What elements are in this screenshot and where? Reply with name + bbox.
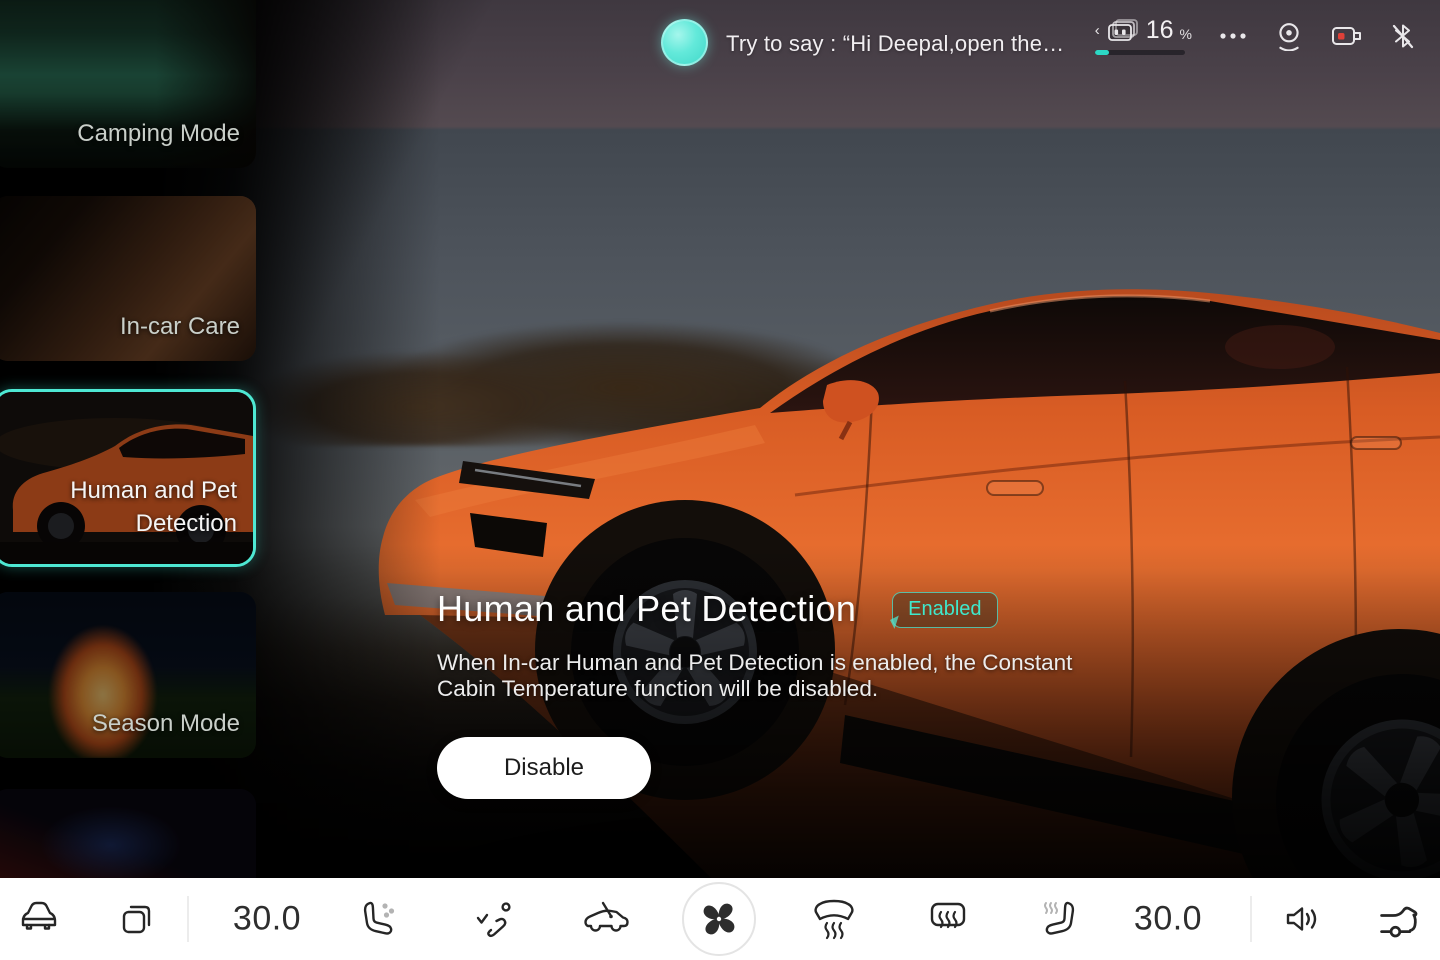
voice-assistant-icon[interactable]: [661, 19, 708, 66]
temperature-right-value: 30.0: [1134, 900, 1202, 939]
rear-defrost-button[interactable]: [925, 896, 971, 942]
temperature-left-value: 30.0: [233, 900, 301, 939]
battery-progress-bar: [1095, 50, 1185, 55]
recirculation-button[interactable]: [581, 897, 629, 941]
split-screen-icon: [116, 898, 158, 940]
sidebar-item-incar-care[interactable]: In-car Care: [0, 196, 256, 361]
rear-defrost-icon: [925, 896, 971, 942]
air-distribution-icon: [473, 897, 517, 941]
bluetooth-off-icon[interactable]: [1390, 21, 1416, 51]
front-defrost-icon: [811, 896, 857, 942]
dvr-recording-icon[interactable]: [1330, 22, 1364, 50]
split-screen-button[interactable]: [116, 898, 158, 940]
card-label: Season Mode: [92, 710, 240, 738]
card-label: Human and Pet Detection: [27, 474, 237, 540]
volume-icon: [1281, 897, 1325, 941]
ev-battery-icon: [1106, 17, 1140, 45]
seat-ventilation-icon: [357, 897, 401, 941]
webcam-icon[interactable]: [1274, 21, 1304, 51]
car-settings-button[interactable]: [15, 897, 61, 941]
battery-percent-sign: %: [1180, 26, 1192, 42]
status-icons: ‹ 16 %: [1095, 16, 1416, 55]
status-badge: Enabled: [892, 592, 997, 628]
more-icon[interactable]: [1218, 21, 1248, 51]
chevron-left-icon: ‹: [1095, 23, 1100, 38]
climate-toolbar: 30.0: [0, 878, 1440, 960]
front-defrost-button[interactable]: [811, 896, 857, 942]
sidebar-item-camping-mode[interactable]: Camping Mode: [0, 0, 256, 168]
toolbar-divider: [188, 896, 189, 942]
page-title: Human and Pet Detection: [437, 588, 856, 630]
fan-icon: [697, 897, 741, 941]
recirculation-icon: [581, 897, 629, 941]
sidebar-item-season-mode[interactable]: Season Mode: [0, 592, 256, 758]
card-label: In-car Care: [120, 313, 240, 341]
feature-description: When In-car Human and Pet Detection is e…: [437, 650, 1127, 702]
ev-battery-status[interactable]: ‹ 16 %: [1095, 16, 1192, 55]
toolbar-divider: [1251, 896, 1252, 942]
disable-button[interactable]: Disable: [437, 737, 651, 799]
temperature-left[interactable]: 30.0: [233, 900, 301, 939]
temperature-right[interactable]: 30.0: [1134, 900, 1202, 939]
fan-button-circle: [682, 882, 756, 956]
sidebar-item-human-pet-detection-selected[interactable]: Human and Pet Detection: [0, 389, 256, 567]
battery-progress-fill: [1095, 50, 1109, 55]
seat-heating-button[interactable]: [1037, 897, 1081, 941]
charge-port-icon: [1377, 897, 1423, 941]
fan-button[interactable]: [682, 882, 756, 956]
car-front-icon: [15, 897, 61, 941]
feature-header: Human and Pet Detection Enabled: [437, 588, 998, 630]
infotainment-screen: Try to say : “Hi Deepal,open the… ‹ 16 %: [0, 0, 1440, 960]
charge-port-button[interactable]: [1377, 897, 1423, 941]
card-label: Camping Mode: [77, 120, 240, 148]
battery-percent: 16: [1146, 16, 1174, 45]
air-distribution-button[interactable]: [473, 897, 517, 941]
volume-button[interactable]: [1281, 897, 1325, 941]
voice-hint-text: Try to say : “Hi Deepal,open the…: [726, 31, 1064, 57]
seat-heating-icon: [1037, 897, 1081, 941]
seat-ventilation-button[interactable]: [357, 897, 401, 941]
